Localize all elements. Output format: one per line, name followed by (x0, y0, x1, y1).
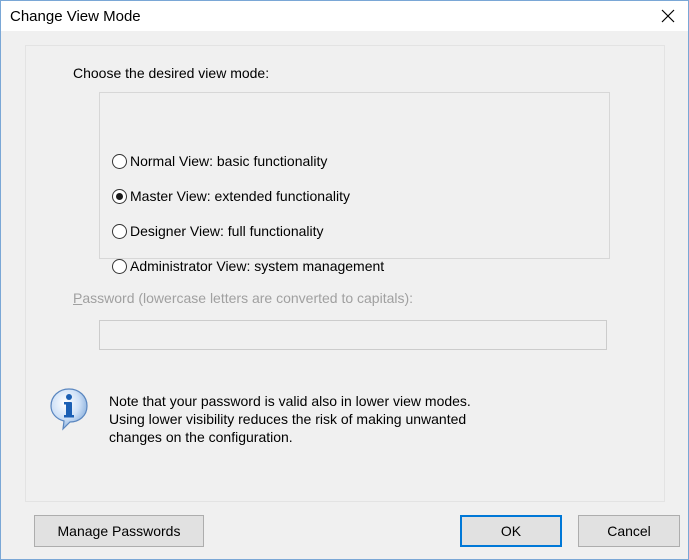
note-line: Using lower visibility reduces the risk … (109, 411, 467, 427)
password-label-text: assword (lowercase letters are converted… (82, 290, 414, 306)
cancel-button[interactable]: Cancel (578, 515, 680, 547)
change-view-mode-dialog: Change View Mode Choose the desired view… (0, 0, 689, 560)
password-input[interactable] (99, 320, 607, 350)
note-line: Note that your password is valid also in… (109, 393, 471, 409)
info-icon (50, 388, 88, 431)
view-mode-radio-group: Normal View: basic functionality Master … (99, 92, 610, 274)
password-label-mnemonic: P (73, 290, 83, 306)
radio-designer-view[interactable]: Designer View: full functionality (112, 221, 324, 241)
radio-normal-view[interactable]: Normal View: basic functionality (112, 151, 327, 171)
ok-button[interactable]: OK (460, 515, 562, 547)
radio-label: Normal View: basic functionality (130, 153, 328, 169)
radio-label: Master View: extended functionality (130, 188, 350, 204)
close-icon (661, 9, 675, 23)
radio-master-view[interactable]: Master View: extended functionality (112, 186, 350, 206)
password-label: Password (lowercase letters are converte… (73, 290, 413, 306)
radio-label: Designer View: full functionality (130, 223, 324, 239)
radio-administrator-view[interactable]: Administrator View: system management (112, 256, 384, 276)
note-line: changes on the configuration. (109, 429, 293, 445)
title-bar: Change View Mode (1, 1, 688, 31)
close-button[interactable] (648, 1, 688, 31)
radio-button[interactable] (112, 258, 127, 274)
radio-button[interactable] (112, 223, 127, 239)
radio-label: Administrator View: system management (130, 258, 385, 274)
info-note: Note that your password is valid also in… (109, 392, 589, 446)
dialog-title: Change View Mode (10, 8, 141, 25)
radio-button[interactable] (112, 188, 127, 204)
radio-button[interactable] (112, 153, 127, 169)
view-mode-prompt: Choose the desired view mode: (73, 65, 270, 81)
manage-passwords-button[interactable]: Manage Passwords (34, 515, 204, 547)
